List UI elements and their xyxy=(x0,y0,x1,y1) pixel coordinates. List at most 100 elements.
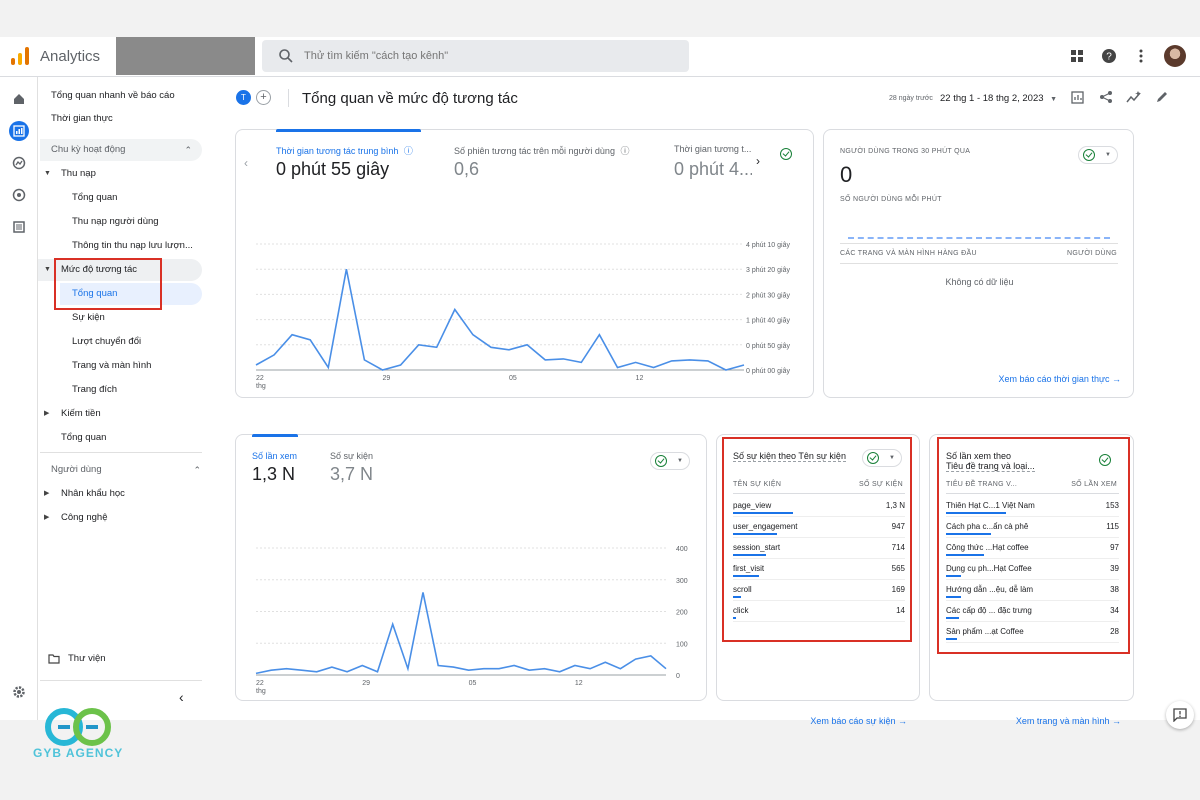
search-icon xyxy=(279,49,293,63)
page-header: T + Tổng quan về mức độ tương tác 28 ngà… xyxy=(214,77,1200,119)
y-tick-label: 1 phút 40 giây xyxy=(746,318,790,325)
highlight-box xyxy=(54,258,162,310)
caret-right-icon: ▶ xyxy=(44,514,50,521)
realtime-report-link[interactable]: Xem báo cáo thời gian thực → xyxy=(998,374,1121,384)
sidebar-item-demographics[interactable]: ▶ Nhân khẩu học xyxy=(38,483,202,505)
date-prefix: 28 ngày trước xyxy=(889,95,933,102)
settings-gear-icon[interactable] xyxy=(9,682,29,702)
link-label: Xem trang và màn hình xyxy=(1015,716,1110,726)
chevron-up-icon: ⌃ xyxy=(184,145,192,155)
engagement-line-chart: 0 phút 00 giây 0 phút 50 giây 1 phút 40 gi… xyxy=(255,242,790,390)
insights-icon[interactable] xyxy=(1126,89,1142,105)
x-tick-label: 12 xyxy=(636,375,644,382)
pages-card: Số lần xem theo Tiêu đề trang và loại...… xyxy=(929,434,1134,726)
section-user-label: Người dùng xyxy=(51,464,102,475)
feedback-button[interactable] xyxy=(1166,701,1194,729)
x-tick-label: 29 xyxy=(362,680,370,687)
chevron-up-icon: ⌃ xyxy=(193,465,201,475)
feedback-icon xyxy=(1173,708,1187,722)
events-report-link[interactable]: Xem báo cáo sự kiện → xyxy=(810,716,907,726)
sidebar-item-conversions[interactable]: Lượt chuyển đổi xyxy=(72,331,236,353)
x-tick-label: 29 xyxy=(383,375,391,382)
configure-icon[interactable] xyxy=(9,217,29,237)
x-tick-label: 22 xyxy=(256,680,264,687)
sidebar-item-monetization[interactable]: ▶ Kiếm tiền xyxy=(38,403,202,425)
sidebar-item-landing-page[interactable]: Trang đích xyxy=(72,379,236,401)
sidebar-item-library[interactable]: Thư viện xyxy=(48,648,212,670)
section-lifecycle-label: Chu kỳ hoạt động xyxy=(51,144,126,155)
views-card: Số lần xem 1,3 N Số sự kiện 3,7 N ▼ 0 100… xyxy=(235,434,707,701)
search-box[interactable] xyxy=(262,40,689,72)
pages-report-link[interactable]: Xem trang và màn hình → xyxy=(1016,716,1121,726)
redacted-account-selector[interactable] xyxy=(116,37,255,75)
y-tick-label: 100 xyxy=(676,641,688,648)
engagement-time-card: ‹ Thời gian tương tác trung bình ⓘ 0 phú… xyxy=(235,129,814,398)
sidebar-item-pages-screens[interactable]: Trang và màn hình xyxy=(72,355,236,377)
sidebar-divider xyxy=(40,452,202,453)
report-sidebar: Tổng quan nhanh về báo cáo Thời gian thự… xyxy=(38,77,214,720)
sidebar-item-label: Nhân khẩu học xyxy=(61,488,125,499)
watermark-text: GYB AGENCY xyxy=(33,746,124,760)
home-icon[interactable] xyxy=(9,89,29,109)
y-tick-label: 3 phút 20 giây xyxy=(746,267,790,274)
date-range-picker[interactable]: 22 thg 1 - 18 thg 2, 2023 ▼ xyxy=(940,93,1057,104)
sidebar-item-traffic-acquisition[interactable]: Thông tin thu nạp lưu lượn... xyxy=(72,235,202,257)
explore-icon[interactable] xyxy=(9,153,29,173)
more-vert-icon[interactable] xyxy=(1132,47,1150,65)
section-user[interactable]: Người dùng ⌃ xyxy=(51,459,201,481)
x-tick-label: 22 xyxy=(256,375,264,382)
caret-right-icon: ▶ xyxy=(44,410,50,417)
page-title: Tổng quan về mức độ tương tác xyxy=(302,90,518,107)
sidebar-item-acquisition-overview[interactable]: Tổng quan xyxy=(72,187,236,209)
sidebar-item-reports-snapshot[interactable]: Tổng quan nhanh về báo cáo xyxy=(51,85,215,107)
x-tick-label: 05 xyxy=(469,680,477,687)
help-icon[interactable]: ? xyxy=(1100,47,1118,65)
y-tick-label: 4 phút 10 giây xyxy=(746,242,790,249)
col-top-pages: CÁC TRANG VÀ MÀN HÌNH HÀNG ĐẦU xyxy=(840,250,977,257)
divider xyxy=(840,243,1118,244)
y-tick-label: 0 phút 00 giây xyxy=(746,368,790,375)
header-divider xyxy=(288,89,289,107)
left-rail xyxy=(0,77,38,720)
dropdown-arrow-icon: ▼ xyxy=(1105,152,1111,158)
add-comparison-icon[interactable]: + xyxy=(256,90,271,105)
y-tick-label: 0 xyxy=(676,673,680,680)
y-tick-label: 200 xyxy=(676,610,688,617)
property-chip[interactable]: T xyxy=(236,90,251,105)
top-actions: ? xyxy=(1068,45,1186,67)
section-lifecycle[interactable]: Chu kỳ hoạt động ⌃ xyxy=(40,139,202,161)
sidebar-item-acquisition[interactable]: ▼ Thu nạp xyxy=(38,163,202,185)
customize-report-icon[interactable] xyxy=(1070,89,1086,105)
edit-pencil-icon[interactable] xyxy=(1154,89,1170,105)
sidebar-item-user-acquisition[interactable]: Thu nạp người dùng xyxy=(72,211,236,233)
sidebar-item-tech[interactable]: ▶ Công nghệ xyxy=(38,507,202,529)
sidebar-item-lifecycle-overview[interactable]: Tổng quan xyxy=(61,427,225,449)
sidebar-item-events[interactable]: Sự kiện xyxy=(72,307,236,329)
events-card: Số sự kiện theo Tên sự kiện ▼ TÊN SỰ KIỆ… xyxy=(716,434,920,726)
check-icon xyxy=(1083,149,1095,161)
collapse-sidebar-icon[interactable]: ‹ xyxy=(179,689,184,705)
analytics-app: Analytics ? xyxy=(0,37,1200,729)
col-users: NGƯỜI DÙNG xyxy=(1067,250,1117,257)
per-minute-bars xyxy=(848,237,1110,239)
realtime-value: 0 xyxy=(840,162,853,187)
reports-icon[interactable] xyxy=(9,121,29,141)
analytics-logo-icon[interactable] xyxy=(10,46,30,66)
link-label: Xem báo cáo thời gian thực xyxy=(998,374,1110,384)
y-tick-label: 2 phút 30 giây xyxy=(746,292,790,299)
highlight-box xyxy=(722,437,912,642)
x-tick-sublabel: thg xyxy=(256,383,266,390)
arrow-right-icon: → xyxy=(898,716,907,726)
no-data-text: Không có dữ liệu xyxy=(945,277,1014,287)
x-tick-label: 05 xyxy=(509,375,517,382)
apps-grid-icon[interactable] xyxy=(1068,47,1086,65)
caret-right-icon: ▶ xyxy=(44,490,50,497)
search-input[interactable] xyxy=(304,40,674,72)
sidebar-item-realtime[interactable]: Thời gian thực xyxy=(51,108,215,130)
share-icon[interactable] xyxy=(1098,89,1114,105)
avatar[interactable] xyxy=(1164,45,1186,67)
caret-down-icon: ▼ xyxy=(44,170,51,177)
status-check-dropdown[interactable]: ▼ xyxy=(1078,146,1118,164)
advertising-icon[interactable] xyxy=(9,185,29,205)
header-actions xyxy=(1070,89,1170,105)
